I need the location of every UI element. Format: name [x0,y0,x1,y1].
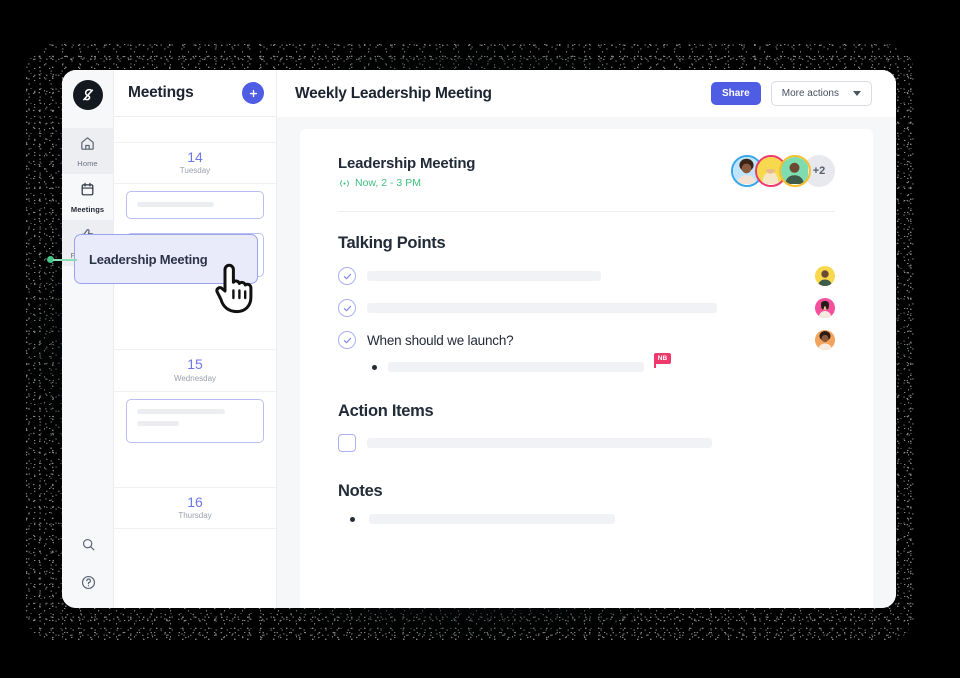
more-actions-label: More actions [781,88,839,99]
meetings-list-header: Meetings [114,70,276,117]
nav-rail: Home Meetings [62,70,114,608]
placeholder-bar [367,303,717,313]
day-name: Tuesday [179,166,211,176]
more-actions-button[interactable]: More actions [770,81,872,106]
app-logo-icon [82,88,93,101]
help-circle-icon[interactable] [80,574,97,596]
day-name: Thursday [178,511,212,521]
talking-point-row[interactable]: When should we launch? [338,330,835,350]
meeting-tooltip-label: Leadership Meeting [89,251,208,267]
assignee-avatar[interactable] [815,266,835,286]
avatar-image [815,298,835,318]
sidebar-item-home[interactable]: Home [62,128,114,174]
day-header-14: 14 Tuesday [114,143,276,185]
app-logo[interactable] [72,80,103,110]
check-circle-icon[interactable] [338,267,356,285]
tooltip-connector-line [53,259,77,261]
meeting-summary-text: Leadership Meeting Now, 2 - 3 PM [338,155,475,189]
sidebar-item-meetings[interactable]: Meetings [62,174,114,220]
list-spacer [114,450,276,488]
meeting-time-label: Now, 2 - 3 PM [355,177,421,189]
list-spacer [114,318,276,351]
talking-point-row[interactable] [338,266,835,286]
checkbox-icon[interactable] [338,434,356,452]
action-item-row[interactable] [338,434,835,452]
home-icon [79,135,96,157]
page-title: Meetings [128,84,194,101]
list-item[interactable] [126,398,264,443]
divider [338,211,835,212]
day-header-16: 16 Thursday [114,488,276,530]
day-number: 16 [187,493,203,510]
section-title-notes: Notes [338,482,383,500]
header-actions: Share More actions [710,81,872,106]
day-number: 15 [187,356,203,373]
search-icon[interactable] [80,536,97,558]
day-number: 14 [187,149,203,165]
list-spacer [114,117,276,143]
meeting-name: Leadership Meeting [338,155,476,172]
live-broadcast-icon [340,179,349,187]
talking-point-subitem[interactable]: NB [372,353,835,372]
meeting-summary: Leadership Meeting Now, 2 - 3 PM +2 [338,155,835,189]
share-button[interactable]: Share [710,82,761,105]
placeholder-bar [388,362,644,372]
collaborator-flag: NB [654,353,671,364]
chevron-down-icon [853,91,861,96]
talking-point-text: When should we launch? [367,332,514,348]
placeholder-bar [137,420,179,426]
app-window: Home Meetings Meetings 14 Tuesday 15 Wed… [62,70,896,608]
sidebar-item-meetings-label: Meetings [70,205,105,214]
check-circle-icon[interactable] [338,331,356,349]
note-row[interactable] [350,514,835,524]
section-title-action-items: Action Items [338,402,434,420]
main-header: Weekly Leadership Meeting Share More act… [277,70,896,117]
plus-icon [249,89,257,97]
avatar-image [815,266,835,286]
section-title-talking-points: Talking Points [338,234,446,252]
avatar-image [815,330,835,350]
meeting-page-title: Weekly Leadership Meeting [295,84,492,102]
pointer-hand-cursor [212,258,256,319]
nav-rail-bottom [62,536,114,596]
placeholder-bar [137,202,214,208]
placeholder-bar [137,408,226,414]
sidebar-item-home-label: Home [77,159,98,168]
day-header-15: 15 Wednesday [114,350,276,392]
placeholder-bar [369,514,615,524]
screenshot-stage: Home Meetings Meetings 14 Tuesday 15 Wed… [0,0,960,678]
day-name: Wednesday [173,373,217,383]
meeting-document: Leadership Meeting Now, 2 - 3 PM +2 Talk… [300,129,873,608]
document-wrapper: Leadership Meeting Now, 2 - 3 PM +2 Talk… [277,117,896,608]
placeholder-bar [367,271,601,281]
calendar-icon [79,181,96,203]
assignee-avatar[interactable] [815,330,835,350]
list-item[interactable] [126,191,264,220]
main-panel: Weekly Leadership Meeting Share More act… [277,70,896,608]
attendee-avatars[interactable]: +2 [731,155,835,187]
bullet-icon [350,516,355,522]
placeholder-bar [367,438,712,448]
bullet-icon [372,364,377,370]
meetings-list-panel: Meetings 14 Tuesday 15 Wednesday 16 Thur… [114,70,277,608]
add-meeting-button[interactable] [242,82,264,104]
check-circle-icon[interactable] [338,299,356,317]
assignee-avatar[interactable] [815,298,835,318]
meeting-time: Now, 2 - 3 PM [338,177,475,189]
avatar-image [781,157,808,184]
avatar[interactable] [779,155,811,187]
talking-point-row[interactable] [338,298,835,318]
